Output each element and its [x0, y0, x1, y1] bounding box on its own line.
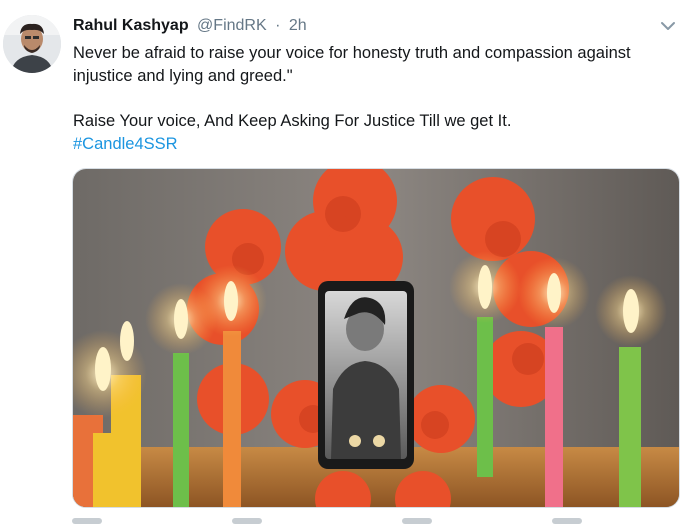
tweet-header: Rahul Kashyap @FindRK · 2h: [73, 15, 307, 37]
hashtag-link[interactable]: #Candle4SSR: [73, 133, 178, 156]
tweet-text-line1: Never be afraid to raise your voice for …: [73, 44, 631, 85]
author-handle[interactable]: @FindRK: [197, 17, 267, 34]
tweet-card[interactable]: Rahul Kashyap @FindRK · 2h Never be afra…: [0, 0, 700, 524]
next-line-clipped: [72, 518, 582, 524]
tweet-time[interactable]: 2h: [289, 17, 307, 34]
candle-photo: [73, 169, 679, 507]
tweet-photo[interactable]: [72, 168, 680, 508]
avatar[interactable]: [3, 15, 61, 73]
separator: ·: [275, 17, 281, 34]
chevron-down-icon[interactable]: [660, 20, 676, 32]
tweet-text-line2: Raise Your voice, And Keep Asking For Ju…: [73, 112, 512, 130]
author-name[interactable]: Rahul Kashyap: [73, 17, 189, 34]
